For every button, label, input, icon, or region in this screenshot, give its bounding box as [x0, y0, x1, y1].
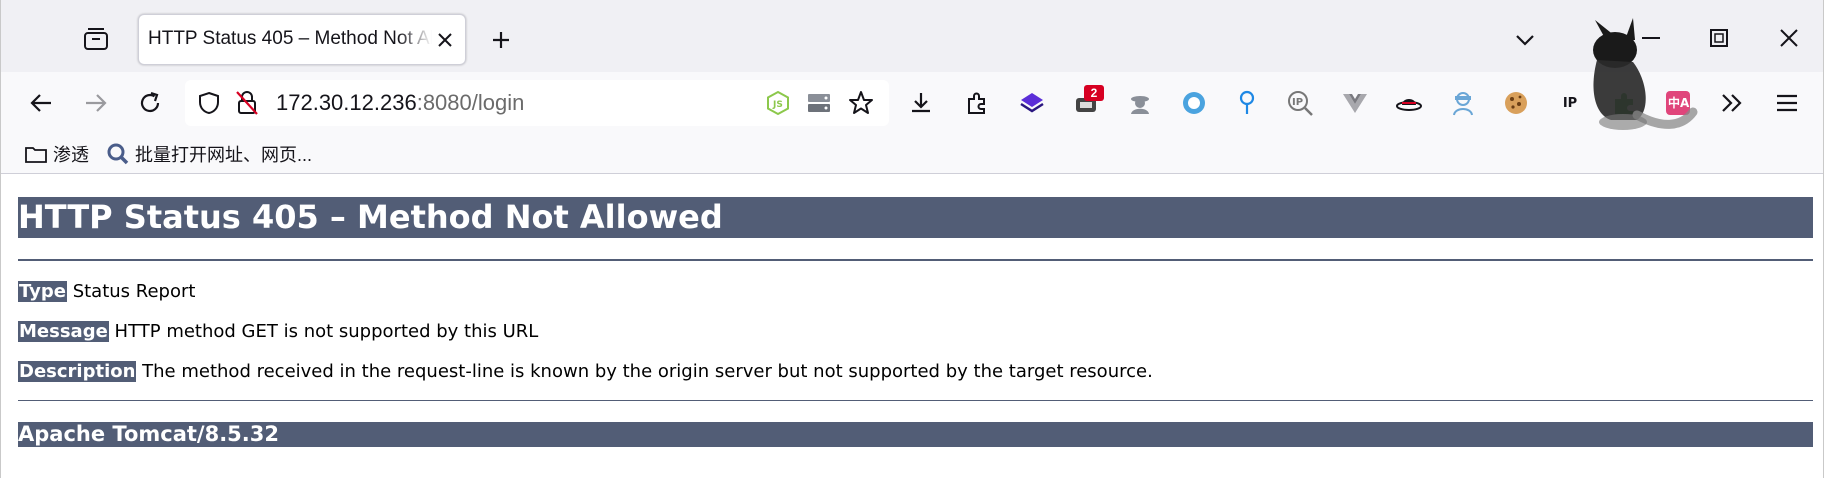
bookmark-folder-渗透[interactable]: 渗透: [25, 140, 89, 168]
window-close-icon[interactable]: [1769, 20, 1809, 56]
bookmarks-toolbar: 渗透 批量打开网址、网页...: [1, 134, 1823, 174]
type-value: Status Report: [72, 281, 196, 302]
svg-text:IP: IP: [1292, 97, 1303, 108]
reload-icon[interactable]: [132, 85, 168, 121]
ip-search-icon[interactable]: IP: [1283, 85, 1319, 121]
hamburger-menu-icon[interactable]: [1769, 85, 1805, 121]
page-title: HTTP Status 405 – Method Not Allowed: [18, 197, 1813, 238]
type-row: Type Status Report: [18, 279, 195, 305]
notification-badge: 2: [1084, 85, 1104, 101]
message-label: Message: [18, 321, 109, 342]
extensions-puzzle-icon[interactable]: [959, 85, 995, 121]
insecure-lock-icon[interactable]: [233, 89, 261, 117]
notification-extension-icon[interactable]: 2: [1068, 85, 1104, 121]
star-icon[interactable]: [847, 89, 875, 117]
bookmark-label: 批量打开网址、网页...: [135, 145, 313, 165]
bookmark-label: 渗透: [53, 145, 89, 165]
url-text[interactable]: 172.30.12.236:8080/login: [276, 90, 524, 116]
tab-title: HTTP Status 405 – Method Not Allowed: [148, 28, 432, 49]
plus-icon[interactable]: [485, 24, 517, 56]
divider: [18, 259, 1813, 261]
nodejs-icon[interactable]: JS: [764, 89, 792, 117]
shield-icon[interactable]: [195, 89, 223, 117]
message-value: HTTP method GET is not supported by this…: [114, 321, 539, 342]
forward-arrow-icon[interactable]: [78, 85, 114, 121]
back-arrow-icon[interactable]: [23, 85, 59, 121]
svg-text:JS: JS: [772, 100, 783, 110]
layers-icon[interactable]: [1014, 85, 1050, 121]
chevron-down-icon[interactable]: [1509, 24, 1541, 56]
hat-icon[interactable]: [1391, 85, 1427, 121]
url-path: :8080/login: [416, 90, 525, 115]
message-row: Message HTTP method GET is not supported…: [18, 319, 538, 345]
ip-icon-label: IP: [1562, 95, 1578, 111]
divider: [18, 400, 1813, 401]
page-content: HTTP Status 405 – Method Not Allowed Typ…: [1, 175, 1823, 478]
close-icon[interactable]: [433, 28, 457, 52]
browser-window: HTTP Status 405 – Method Not Allowed: [0, 0, 1824, 478]
circle-extension-icon[interactable]: [1176, 85, 1212, 121]
url-bar[interactable]: 172.30.12.236:8080/login JS: [185, 80, 889, 126]
cat-theme-decoration: [1581, 10, 1711, 135]
spy-icon[interactable]: [1122, 85, 1158, 121]
server-footer: Apache Tomcat/8.5.32: [18, 422, 1813, 447]
url-host: 172.30.12.236: [276, 90, 417, 115]
description-value: The method received in the request-line …: [142, 361, 1153, 382]
description-row: Description The method received in the r…: [18, 359, 1153, 385]
folder-icon: [25, 147, 47, 163]
active-tab[interactable]: HTTP Status 405 – Method Not Allowed: [138, 14, 466, 65]
tab-strip: HTTP Status 405 – Method Not Allowed: [1, 0, 1823, 72]
location-pin-icon[interactable]: [1229, 85, 1265, 121]
download-icon[interactable]: [903, 85, 939, 121]
navigation-toolbar: 172.30.12.236:8080/login JS 2 IP IP 中A: [1, 72, 1823, 134]
type-label: Type: [18, 281, 67, 302]
cookie-icon[interactable]: [1498, 85, 1534, 121]
firefox-view-icon[interactable]: [79, 22, 113, 56]
description-label: Description: [18, 361, 137, 382]
agent-icon[interactable]: [1445, 85, 1481, 121]
server-icon[interactable]: [805, 89, 833, 117]
vue-devtools-icon[interactable]: [1337, 85, 1373, 121]
bookmark-batch-open[interactable]: 批量打开网址、网页...: [107, 140, 312, 168]
search-icon: [107, 143, 129, 165]
overflow-chevrons-icon[interactable]: [1714, 85, 1750, 121]
